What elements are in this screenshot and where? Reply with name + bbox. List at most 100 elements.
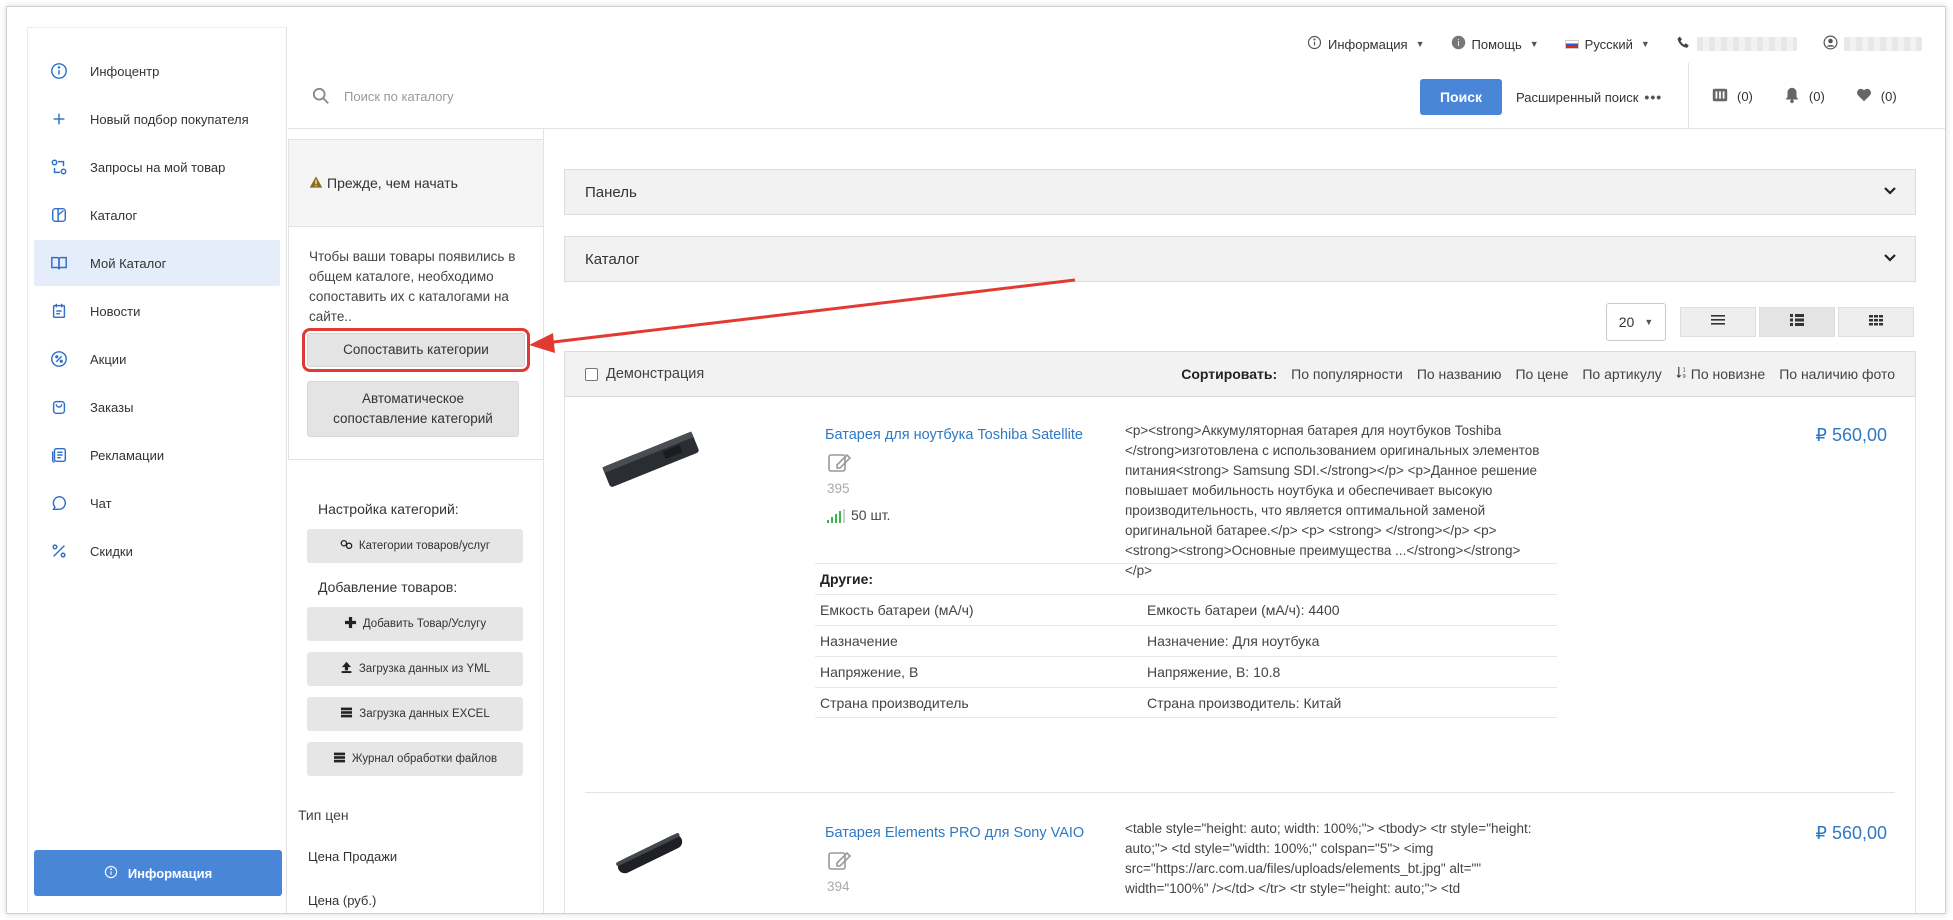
product-list: Батарея для ноутбука Toshiba Satellite 3… <box>564 397 1916 913</box>
sidebar-item-promotions[interactable]: Акции <box>34 336 280 382</box>
sidebar-item-chat[interactable]: Чат <box>34 480 280 526</box>
search-button[interactable]: Поиск <box>1420 79 1502 115</box>
topbar: Информация ▼ i Помощь ▼ Русский ▼ <box>1307 31 1922 57</box>
bag-icon <box>48 396 70 418</box>
yml-upload-button[interactable]: Загрузка данных из YML <box>307 652 523 686</box>
help-menu[interactable]: i Помощь ▼ <box>1451 35 1539 53</box>
info-icon <box>1307 35 1322 53</box>
sidebar-item-my-catalog[interactable]: Мой Каталог <box>34 240 280 286</box>
sidebar-item-new-buyer-search[interactable]: Новый подбор покупателя <box>34 96 280 142</box>
notice-body: Чтобы ваши товары появились в общем ката… <box>288 227 544 460</box>
user-menu[interactable] <box>1823 35 1922 53</box>
property-value: Назначение: Для ноутбука <box>1147 633 1320 649</box>
price-type-option[interactable]: Цена (руб.) <box>308 893 376 908</box>
product-title-link[interactable]: Батарея Elements PRO для Sony VAIO <box>825 825 1084 841</box>
catalog-accordion[interactable]: Каталог <box>564 236 1916 282</box>
sort-article[interactable]: По артикулу <box>1582 366 1661 382</box>
sort-popularity[interactable]: По популярности <box>1291 366 1403 382</box>
product-categories-button[interactable]: Категории товаров/услуг <box>307 529 523 563</box>
sidebar-item-discounts[interactable]: Скидки <box>34 528 280 574</box>
caret-down-icon: ▼ <box>1640 39 1650 49</box>
demo-checkbox[interactable] <box>585 367 598 381</box>
sidebar-item-infocenter[interactable]: Инфоцентр <box>34 48 280 94</box>
panel-accordion[interactable]: Панель <box>564 169 1916 215</box>
product-properties: Другие: Емкость батареи (мА/ч) Емкость ба… <box>815 563 1557 718</box>
view-list-button[interactable] <box>1680 307 1756 337</box>
exchange-icon <box>48 156 70 178</box>
list-icon <box>333 751 346 767</box>
search-icon <box>312 87 330 110</box>
user-icon <box>1823 35 1838 53</box>
price-type-option[interactable]: Цена Продажи <box>308 849 397 864</box>
map-categories-button[interactable]: Сопоставить категории <box>302 328 530 372</box>
sort-name[interactable]: По названию <box>1417 366 1502 382</box>
sidebar-item-orders[interactable]: Заказы <box>34 384 280 430</box>
product-categories-label: Категории товаров/услуг <box>358 540 491 552</box>
accordion-title: Панель <box>585 183 637 201</box>
link-icon <box>340 538 353 554</box>
add-product-button[interactable]: Добавить Товар/Услугу <box>307 607 523 641</box>
info-icon <box>104 865 118 882</box>
auto-map-categories-button[interactable]: Автоматическое сопоставление категорий <box>307 381 519 437</box>
property-name: Емкость батареи (мА/ч) <box>820 602 974 618</box>
advanced-search-link[interactable]: Расширенный поиск ••• <box>1516 89 1662 105</box>
sidebar-item-label: Мой Каталог <box>90 255 167 271</box>
per-page-select[interactable]: 20 ▼ <box>1606 303 1666 341</box>
list-view-icon <box>1710 313 1726 332</box>
product-divider <box>585 792 1895 793</box>
product-title-link[interactable]: Батарея для ноутбука Toshiba Satellite <box>825 427 1083 443</box>
sidebar-item-label: Скидки <box>90 543 133 559</box>
sidebar-nav: Инфоцентр Новый подбор покупателя Запрос… <box>34 48 280 576</box>
sort-newness-label: По новизне <box>1690 366 1766 382</box>
sort-photo[interactable]: По наличию фото <box>1779 366 1895 382</box>
property-value: Емкость батареи (мА/ч): 4400 <box>1147 602 1340 618</box>
sidebar-item-news[interactable]: Новости <box>34 288 280 334</box>
view-detailed-button[interactable] <box>1759 307 1835 337</box>
product-image[interactable] <box>595 425 705 500</box>
svg-text:1: 1 <box>1682 368 1685 374</box>
product-description: <p><strong>Аккумуляторная батарея для но… <box>1125 423 1540 578</box>
phone-info <box>1676 35 1797 53</box>
view-grid-button[interactable] <box>1838 307 1914 337</box>
sidebar-item-requests[interactable]: Запросы на мой товар <box>34 144 280 190</box>
file-log-button[interactable]: Журнал обработки файлов <box>307 742 523 776</box>
sort-price[interactable]: По цене <box>1515 366 1568 382</box>
adding-products-label: Добавление товаров: <box>318 579 458 595</box>
info-button[interactable]: Информация <box>34 850 282 896</box>
product-price: ₽ 560,00 <box>1815 425 1887 445</box>
blurred-phone <box>1696 37 1797 51</box>
phone-icon <box>1676 35 1691 53</box>
property-name: Страна производитель <box>820 694 969 711</box>
sidebar-item-label: Акции <box>90 351 127 367</box>
news-icon <box>48 300 70 322</box>
percent-badge-icon <box>48 348 70 370</box>
favorites-counter[interactable]: (0) <box>1855 86 1897 107</box>
notifications-counter[interactable]: (0) <box>1783 86 1825 107</box>
chat-icon <box>48 492 70 514</box>
search-input[interactable] <box>344 83 1144 109</box>
sidebar-item-label: Новый подбор покупателя <box>90 111 249 127</box>
bell-icon <box>1783 86 1801 107</box>
sidebar-item-catalog[interactable]: Каталог <box>34 192 280 238</box>
excel-upload-button[interactable]: Загрузка данных EXCEL <box>307 697 523 731</box>
product-image[interactable] <box>595 819 705 894</box>
info-menu[interactable]: Информация ▼ <box>1307 35 1425 53</box>
sidebar-item-claims[interactable]: Рекламации <box>34 432 280 478</box>
sidebar-item-label: Рекламации <box>90 447 165 463</box>
per-page-value: 20 <box>1618 314 1635 330</box>
language-menu[interactable]: Русский ▼ <box>1564 37 1650 52</box>
heart-icon <box>1855 86 1873 107</box>
compare-icon <box>1711 86 1729 107</box>
edit-icon[interactable] <box>827 849 853 876</box>
left-panel: Прежде, чем начать Чтобы ваши товары поя… <box>288 129 544 913</box>
product-description: <table style="height: auto; width: 100%;… <box>1125 821 1532 896</box>
blurred-username <box>1843 37 1922 51</box>
compare-counter[interactable]: (0) <box>1711 86 1753 107</box>
demo-toggle[interactable]: Демонстрация <box>585 366 704 382</box>
sort-newness[interactable]: 19 По новизне <box>1676 366 1765 382</box>
sort-label: Сортировать: <box>1181 366 1278 382</box>
info-menu-label: Информация <box>1328 36 1408 52</box>
edit-icon[interactable] <box>827 451 853 478</box>
advanced-search-label: Расширенный поиск <box>1516 89 1639 105</box>
stock-level-icon <box>827 509 845 523</box>
